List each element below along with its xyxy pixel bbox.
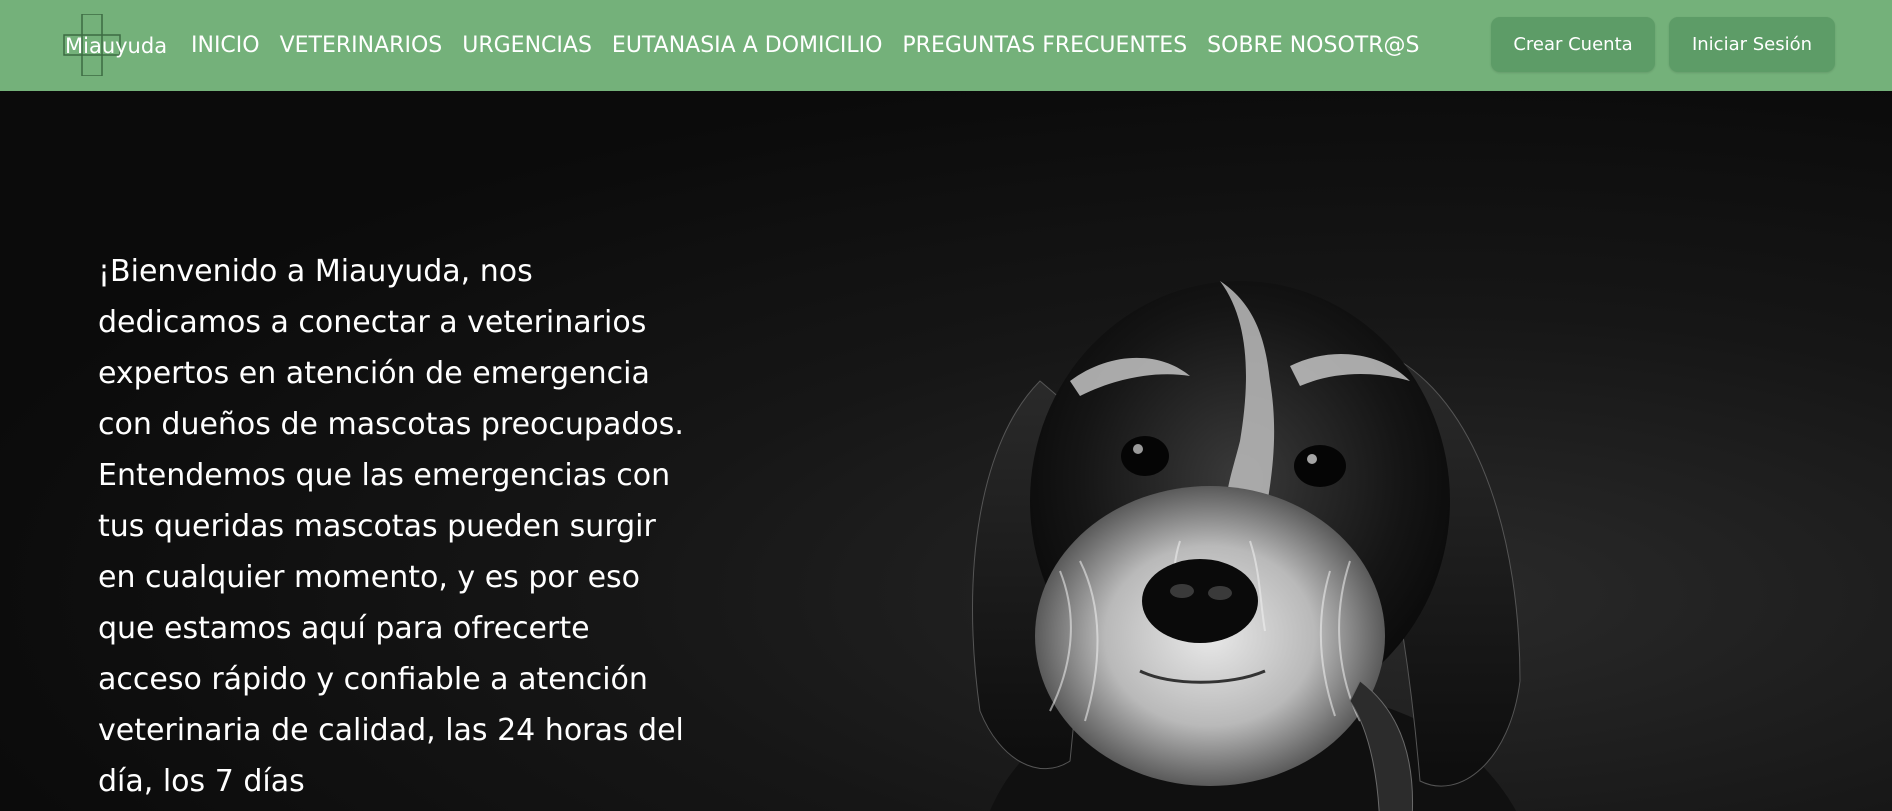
main-nav: INICIO VETERINARIOS URGENCIAS EUTANASIA …	[191, 0, 1419, 91]
hero-welcome-text: ¡Bienvenido a Miauyuda, nos dedicamos a …	[98, 254, 684, 799]
nav-item-inicio[interactable]: INICIO	[191, 33, 260, 58]
brand-name: Miauyuda	[65, 34, 168, 58]
page: Miauyuda INICIO VETERINARIOS URGENCIAS E…	[0, 0, 1892, 811]
navbar: Miauyuda INICIO VETERINARIOS URGENCIAS E…	[0, 0, 1892, 91]
nav-item-sobre-nosotros[interactable]: SOBRE NOSOTR@S	[1207, 33, 1419, 58]
nav-item-eutanasia[interactable]: EUTANASIA A DOMICILIO	[612, 33, 882, 58]
dog-photo	[972, 281, 1521, 811]
hero-section: ¡Bienvenido a Miauyuda, nos dedicamos a …	[0, 91, 1892, 811]
nav-item-veterinarios[interactable]: VETERINARIOS	[280, 33, 443, 58]
auth-buttons: Crear Cuenta Iniciar Sesión	[1491, 17, 1835, 72]
nav-item-preguntas[interactable]: PREGUNTAS FRECUENTES	[902, 33, 1187, 58]
nav-item-urgencias[interactable]: URGENCIAS	[462, 33, 592, 58]
brand-logo-link[interactable]: Miauyuda	[60, 14, 168, 76]
create-account-button[interactable]: Crear Cuenta	[1491, 17, 1655, 72]
login-button[interactable]: Iniciar Sesión	[1669, 17, 1835, 72]
